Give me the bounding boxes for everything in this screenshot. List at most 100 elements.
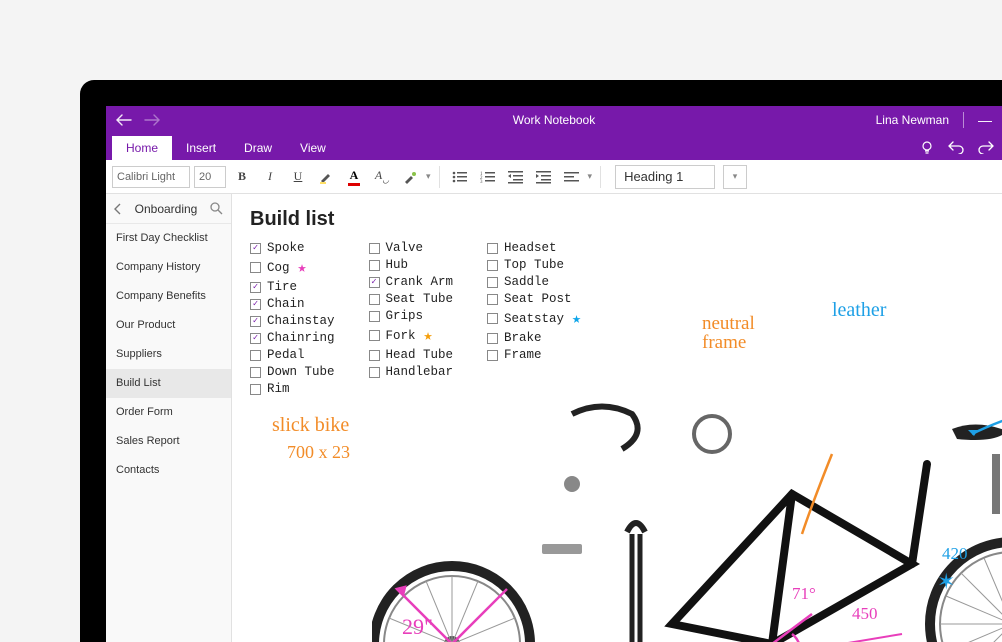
- checklist-area[interactable]: ✓Spoke Cog★ ✓Tire ✓Chain ✓Chainstay ✓Chainrin…: [250, 241, 984, 396]
- font-name-select[interactable]: Calibri Light: [112, 166, 190, 188]
- italic-button[interactable]: I: [258, 165, 282, 189]
- align-button[interactable]: [560, 165, 584, 189]
- checkbox-icon[interactable]: [487, 243, 498, 254]
- tab-view[interactable]: View: [286, 136, 340, 160]
- checkbox-icon[interactable]: [250, 384, 261, 395]
- highlight-button[interactable]: [314, 165, 338, 189]
- page-item[interactable]: Contacts: [106, 456, 231, 485]
- page-item[interactable]: Company Benefits: [106, 282, 231, 311]
- checklist-label: Fork: [386, 329, 416, 343]
- checklist-item[interactable]: Fork★: [369, 326, 454, 345]
- font-color-button[interactable]: A: [342, 165, 366, 189]
- checkbox-icon[interactable]: ✓: [250, 333, 261, 344]
- page-item[interactable]: Our Product: [106, 311, 231, 340]
- checklist-label: Grips: [386, 309, 424, 323]
- checklist-item[interactable]: Headset: [487, 241, 581, 255]
- number-list-button[interactable]: 123: [476, 165, 500, 189]
- checklist-item[interactable]: ✓Chainstay: [250, 314, 335, 328]
- tab-home[interactable]: Home: [112, 136, 172, 160]
- back-icon[interactable]: [116, 114, 134, 126]
- checkbox-icon[interactable]: [487, 313, 498, 324]
- page-item[interactable]: Suppliers: [106, 340, 231, 369]
- checklist-item[interactable]: Pedal: [250, 348, 335, 362]
- font-size-select[interactable]: 20: [194, 166, 226, 188]
- checkbox-icon[interactable]: [487, 350, 498, 361]
- checkbox-icon[interactable]: [250, 262, 261, 273]
- checkbox-icon[interactable]: [369, 243, 380, 254]
- search-icon[interactable]: [210, 202, 223, 215]
- lightbulb-icon[interactable]: [920, 140, 934, 156]
- outdent-button[interactable]: [504, 165, 528, 189]
- checkbox-icon[interactable]: ✓: [369, 277, 380, 288]
- checkbox-icon[interactable]: ✓: [250, 299, 261, 310]
- clear-format-button[interactable]: A◡: [370, 165, 394, 189]
- checkbox-icon[interactable]: [369, 294, 380, 305]
- page-item[interactable]: Company History: [106, 253, 231, 282]
- forward-icon[interactable]: [144, 114, 162, 126]
- section-back-icon[interactable]: [114, 203, 122, 215]
- page-title[interactable]: Build list: [250, 208, 984, 231]
- checklist-item[interactable]: ✓Tire: [250, 280, 335, 294]
- checkbox-icon[interactable]: ✓: [250, 243, 261, 254]
- heading-style-select[interactable]: Heading 1: [615, 165, 715, 189]
- checkbox-icon[interactable]: [369, 260, 380, 271]
- format-painter-button[interactable]: [398, 165, 422, 189]
- checklist-label: Seatstay: [504, 312, 564, 326]
- checklist-item[interactable]: Top Tube: [487, 258, 581, 272]
- checkbox-icon[interactable]: ✓: [250, 282, 261, 293]
- checklist-item[interactable]: Hub: [369, 258, 454, 272]
- underline-button[interactable]: U: [286, 165, 310, 189]
- checklist-item[interactable]: Rim: [250, 382, 335, 396]
- checklist-item[interactable]: Saddle: [487, 275, 581, 289]
- tab-draw[interactable]: Draw: [230, 136, 286, 160]
- redo-icon[interactable]: [978, 140, 994, 156]
- indent-button[interactable]: [532, 165, 556, 189]
- checkbox-icon[interactable]: [487, 260, 498, 271]
- checkbox-icon[interactable]: ✓: [250, 316, 261, 327]
- divider: [963, 112, 964, 128]
- checklist-item[interactable]: Head Tube: [369, 348, 454, 362]
- tab-insert[interactable]: Insert: [172, 136, 230, 160]
- ink-tire-size: 700 x 23: [287, 442, 350, 463]
- minimize-icon[interactable]: —: [978, 112, 992, 128]
- checkbox-icon[interactable]: [250, 350, 261, 361]
- checkbox-icon[interactable]: [250, 367, 261, 378]
- checklist-item[interactable]: Down Tube: [250, 365, 335, 379]
- checklist-label: Valve: [386, 241, 424, 255]
- checklist-item[interactable]: ✓Chainring: [250, 331, 335, 345]
- checklist-item[interactable]: ✓Crank Arm: [369, 275, 454, 289]
- checklist-item[interactable]: Grips: [369, 309, 454, 323]
- checklist-item[interactable]: Seat Post: [487, 292, 581, 306]
- checkbox-icon[interactable]: [369, 330, 380, 341]
- checkbox-icon[interactable]: [369, 350, 380, 361]
- note-canvas[interactable]: Build list ✓Spoke Cog★ ✓Tire ✓Chain ✓Chainst…: [232, 194, 1002, 642]
- checklist-item[interactable]: Seatstay★: [487, 309, 581, 328]
- bullet-list-button[interactable]: [448, 165, 472, 189]
- device-frame: Work Notebook Lina Newman — Home Insert …: [80, 80, 1002, 642]
- checklist-item[interactable]: ✓Chain: [250, 297, 335, 311]
- checklist-label: Head Tube: [386, 348, 454, 362]
- checklist-item[interactable]: Brake: [487, 331, 581, 345]
- checkbox-icon[interactable]: [369, 367, 380, 378]
- checkbox-icon[interactable]: [487, 294, 498, 305]
- checklist-item[interactable]: Seat Tube: [369, 292, 454, 306]
- user-name-label[interactable]: Lina Newman: [876, 113, 949, 127]
- page-item[interactable]: Sales Report: [106, 427, 231, 456]
- checkbox-icon[interactable]: [487, 277, 498, 288]
- page-item[interactable]: Build List: [106, 369, 231, 398]
- checkbox-icon[interactable]: [487, 333, 498, 344]
- heading-dropdown-button[interactable]: ▾: [723, 165, 747, 189]
- page-item[interactable]: First Day Checklist: [106, 224, 231, 253]
- checklist-label: Brake: [504, 331, 542, 345]
- bold-button[interactable]: B: [230, 165, 254, 189]
- section-name-label[interactable]: Onboarding: [130, 202, 202, 216]
- checklist-item[interactable]: ✓Spoke: [250, 241, 335, 255]
- checklist-item[interactable]: Handlebar: [369, 365, 454, 379]
- checklist-item[interactable]: Valve: [369, 241, 454, 255]
- page-item[interactable]: Order Form: [106, 398, 231, 427]
- document-title: Work Notebook: [106, 113, 1002, 127]
- undo-icon[interactable]: [948, 140, 964, 156]
- checklist-item[interactable]: Frame: [487, 348, 581, 362]
- checkbox-icon[interactable]: [369, 311, 380, 322]
- checklist-item[interactable]: Cog★: [250, 258, 335, 277]
